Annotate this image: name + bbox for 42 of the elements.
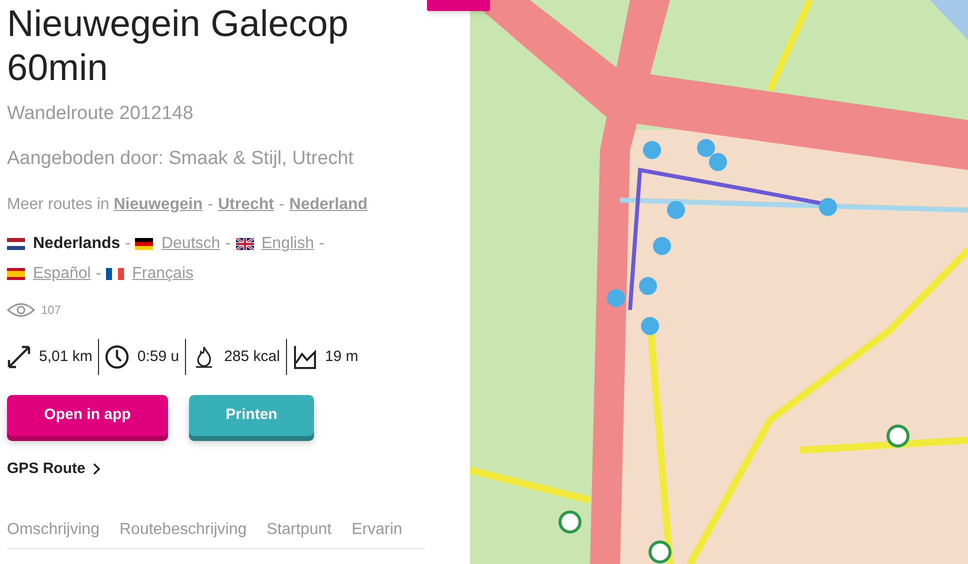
flag-icon (7, 238, 25, 250)
more-routes-text: Meer routes in Nieuwegein - Utrecht - Nederland (7, 195, 369, 215)
resize-arrows-icon (7, 345, 31, 369)
chevron-right-icon (93, 463, 102, 476)
tab[interactable]: Startpunt (266, 518, 332, 542)
page-title-line: 60min (7, 46, 109, 90)
tab[interactable]: Omschrijving (7, 518, 100, 542)
flag-icon (135, 238, 154, 250)
stat-value: 5,01 km (39, 346, 92, 367)
gps-route-link[interactable]: GPS Route (7, 458, 102, 480)
eye-icon (7, 302, 35, 318)
language-link[interactable]: Français (106, 259, 194, 289)
open-in-app-button[interactable]: Open in app (7, 395, 168, 436)
location-link[interactable]: Nieuwegein (114, 196, 203, 213)
flag-icon (106, 268, 124, 280)
separator-dash: - (224, 234, 232, 254)
language-link[interactable]: Deutsch (135, 229, 220, 259)
tab[interactable]: Ervarin (352, 518, 402, 542)
stat-value: 0:59 u (137, 346, 180, 367)
elevation-chart-icon (292, 345, 317, 369)
separator-dash: - (278, 196, 286, 213)
separator-dash: - (206, 196, 214, 213)
page-title-line: Nieuwegein Galecop (7, 2, 350, 46)
location-link[interactable]: Nederland (289, 196, 368, 213)
separator-dash: - (124, 234, 132, 254)
route-number: Wandelroute 2012148 (7, 102, 194, 126)
stat-value: 285 kcal (224, 346, 280, 367)
clock-icon (105, 345, 130, 369)
print-button[interactable]: Printen (189, 395, 314, 436)
provider-text: Aangeboden door: Smaak & Stijl, Utrecht (7, 146, 354, 170)
tab[interactable]: Routebeschrijving (119, 518, 247, 542)
view-count: 107 (41, 302, 62, 319)
language-link[interactable]: Nederlands (7, 229, 120, 259)
flag-icon (7, 268, 25, 280)
location-link[interactable]: Utrecht (218, 196, 274, 213)
language-link[interactable]: English (236, 229, 314, 259)
stat-value: 19 m (324, 346, 358, 367)
separator-dash: - (94, 264, 102, 284)
language-link[interactable]: Español (7, 259, 91, 289)
separator-dash: - (318, 234, 326, 254)
flag-icon (236, 238, 254, 250)
tab-button[interactable] (427, 0, 490, 11)
